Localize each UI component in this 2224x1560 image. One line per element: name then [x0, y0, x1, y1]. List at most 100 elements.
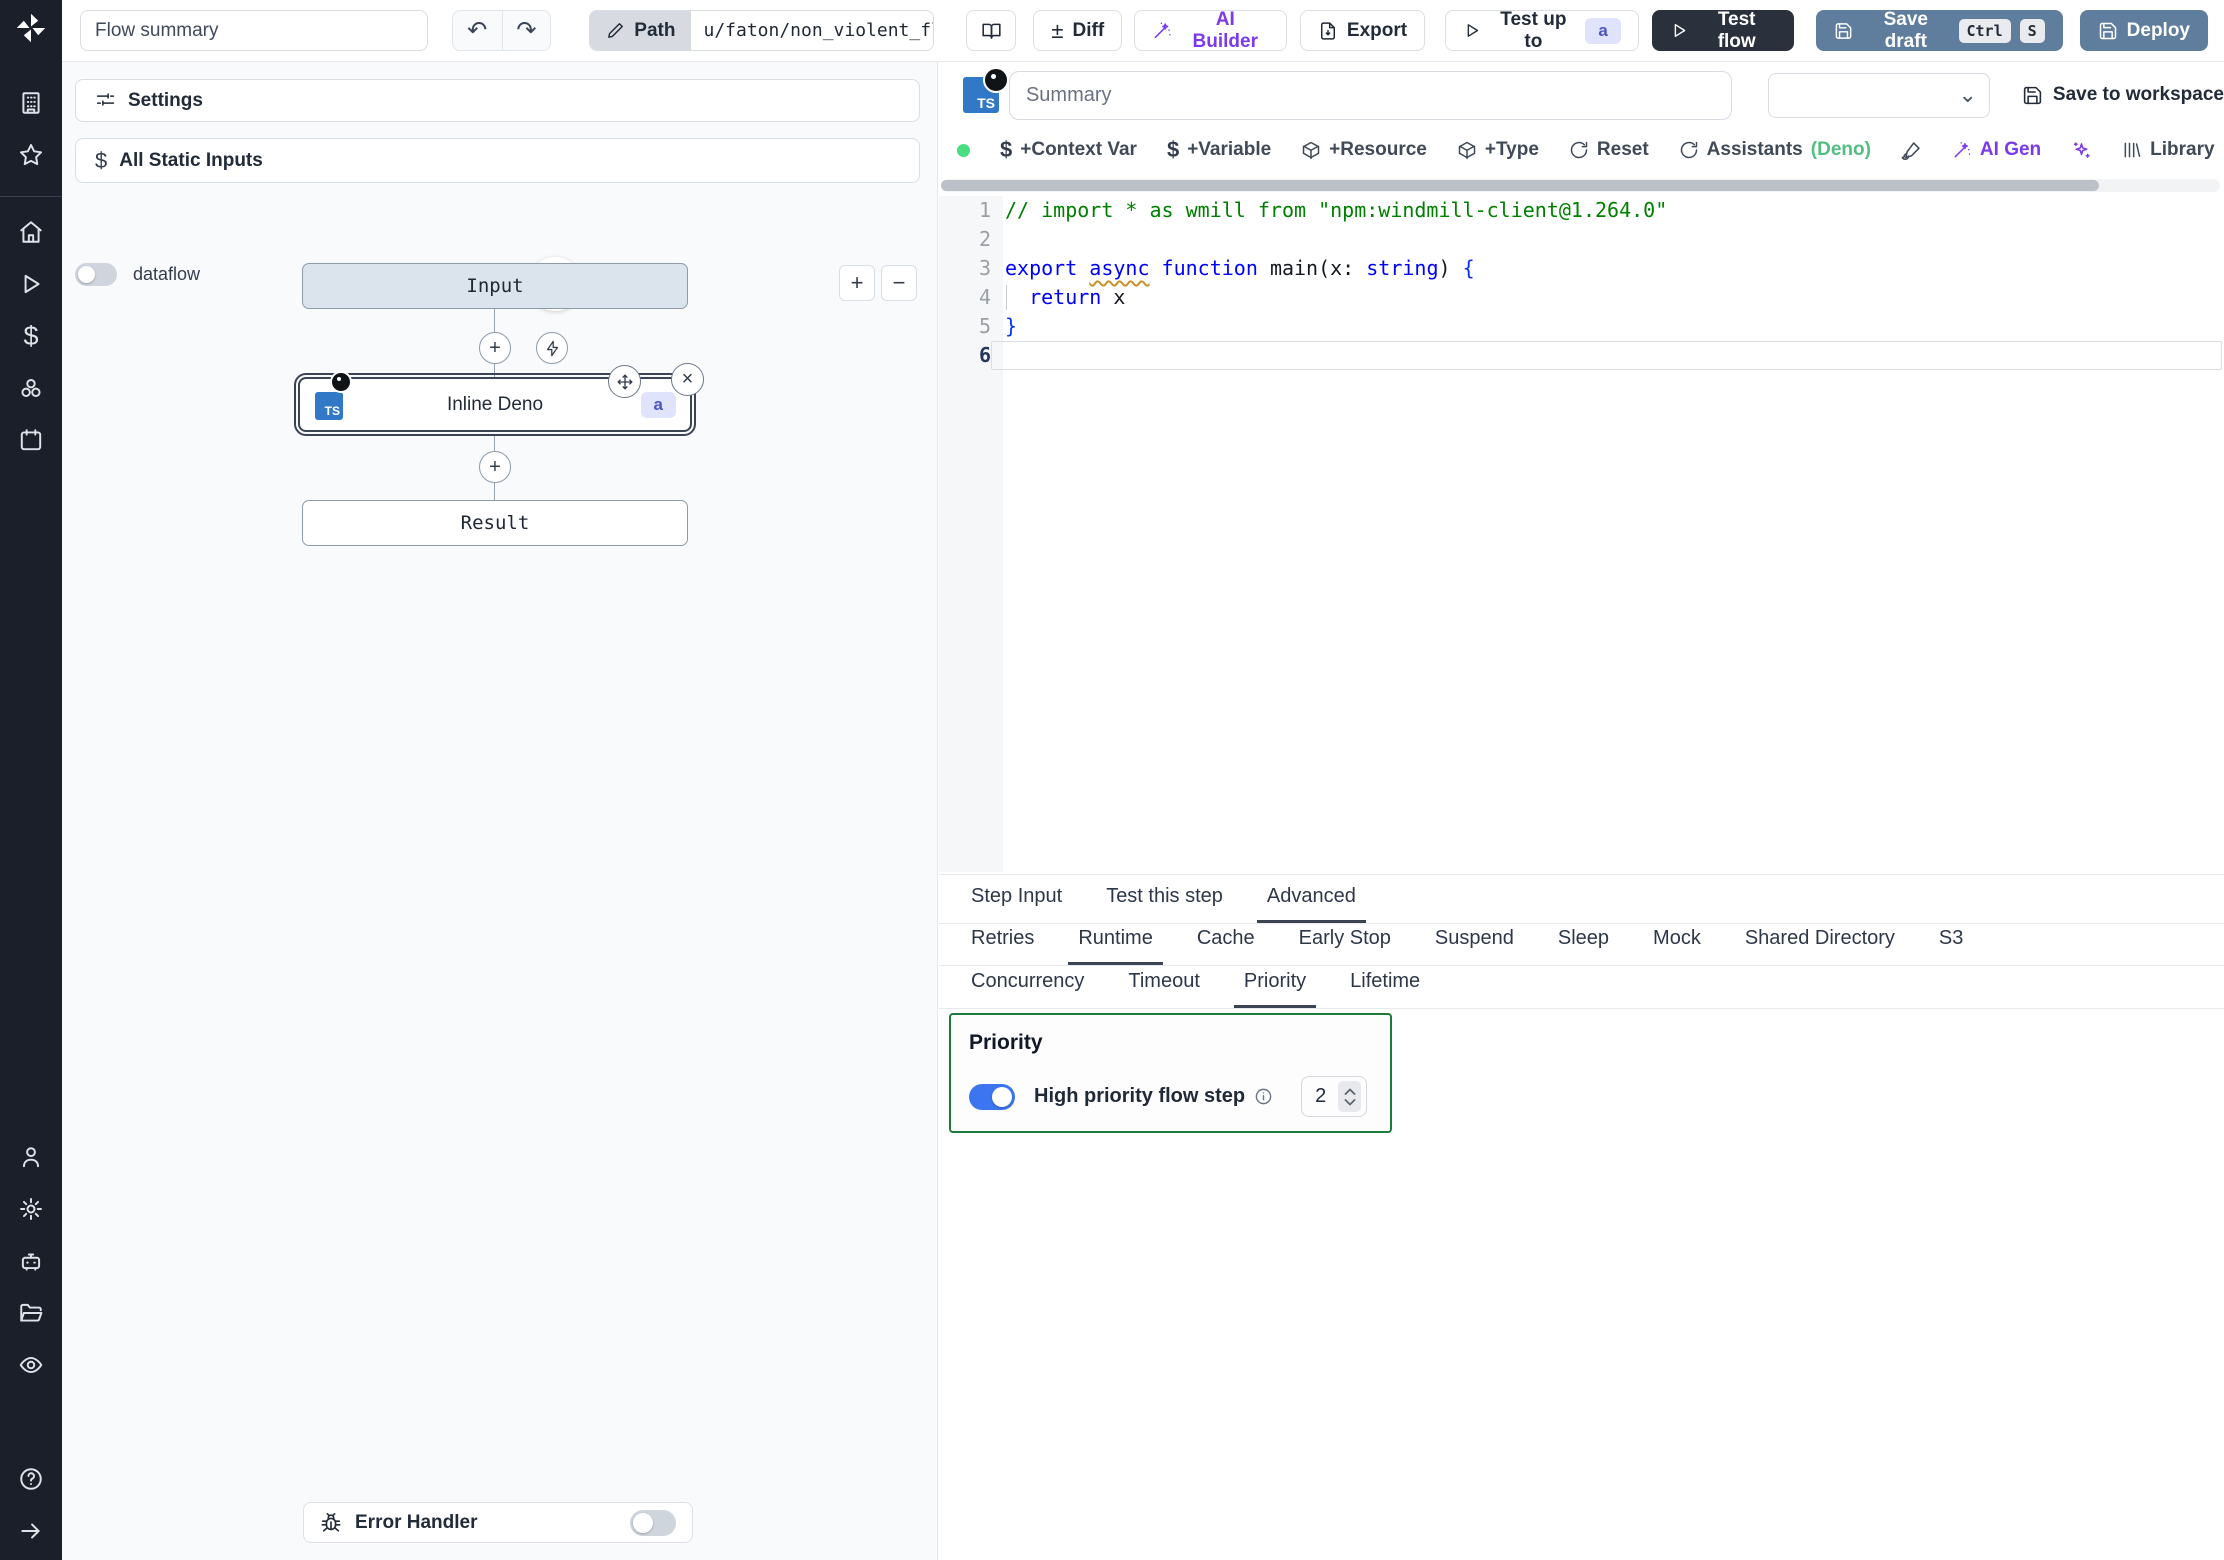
step-summary-input[interactable] [1009, 71, 1732, 120]
tab[interactable]: Timeout [1118, 970, 1210, 1008]
tab[interactable]: Suspend [1425, 927, 1524, 965]
favorites-star-icon[interactable] [18, 142, 44, 168]
tab[interactable]: Concurrency [961, 970, 1094, 1008]
runs-play-icon[interactable] [18, 271, 44, 297]
save-icon [2022, 85, 2043, 106]
tab[interactable]: Shared Directory [1735, 927, 1905, 965]
audit-eye-icon[interactable] [18, 1352, 44, 1378]
tab[interactable]: Sleep [1548, 927, 1619, 965]
high-priority-toggle[interactable] [969, 1084, 1015, 1110]
insert-step-button[interactable]: + [479, 332, 511, 364]
step-editor-panel: TS ⌄ Save to workspace $ +Context Var $ … [939, 62, 2224, 1560]
home-icon[interactable] [18, 219, 44, 245]
undo-button[interactable]: ↶ [453, 11, 502, 50]
ai-builder-button[interactable]: AI Builder [1134, 10, 1287, 51]
code-line[interactable]: 4 return x [939, 283, 2224, 312]
redo-button[interactable]: ↷ [502, 11, 551, 50]
error-handler-label: Error Handler [355, 1512, 477, 1534]
tab[interactable]: Priority [1234, 970, 1316, 1008]
error-handler-toggle[interactable] [630, 1510, 676, 1536]
resources-icon[interactable] [18, 375, 44, 401]
number-stepper[interactable] [1338, 1081, 1361, 1112]
flow-summary-input[interactable] [80, 10, 428, 51]
path-group: Path u/faton/non_violent_flc [589, 10, 933, 51]
format-brush-button[interactable] [1901, 140, 1922, 161]
tab[interactable]: Runtime [1068, 927, 1162, 965]
windmill-logo-icon[interactable] [13, 10, 49, 46]
arrows-move-icon [616, 373, 634, 391]
delete-step-button[interactable]: × [671, 363, 704, 396]
worker-tag-select[interactable]: ⌄ [1768, 73, 1990, 118]
move-step-button[interactable] [608, 365, 641, 398]
add-type-button[interactable]: +Type [1457, 139, 1539, 161]
tab[interactable]: Advanced [1257, 885, 1366, 923]
chevron-down-icon [1344, 1098, 1356, 1106]
help-icon[interactable] [18, 1466, 44, 1492]
library-icon [2122, 140, 2142, 160]
assistants-lang: (Deno) [1811, 139, 1871, 161]
insert-step-button[interactable]: + [479, 451, 511, 483]
workspace-icon[interactable] [18, 90, 44, 116]
code-line[interactable]: 1// import * as wmill from "npm:windmill… [939, 196, 2224, 225]
input-node[interactable]: Input [302, 263, 688, 309]
result-node[interactable]: Result [302, 500, 688, 546]
package-icon [1301, 140, 1321, 160]
wand-icon [1952, 140, 1972, 160]
assistants-button[interactable]: Assistants (Deno) [1679, 139, 1871, 161]
folders-icon[interactable] [18, 1300, 44, 1326]
rotate-icon [1679, 140, 1699, 160]
save-to-workspace-button[interactable]: Save to workspace [2022, 84, 2224, 106]
tab[interactable]: Test this step [1096, 885, 1233, 923]
export-button[interactable]: Export [1300, 10, 1425, 51]
code-line[interactable]: 3export async function main(x: string) { [939, 254, 2224, 283]
test-up-to-button[interactable]: Test up to a [1445, 10, 1639, 51]
step-node-label: Inline Deno [447, 394, 543, 416]
add-context-var-button[interactable]: $ +Context Var [1000, 137, 1137, 163]
add-resource-button[interactable]: +Resource [1301, 139, 1427, 161]
dataflow-toggle-row: dataflow [75, 263, 200, 286]
advanced-tabs: Retries Runtime Cache Early Stop Suspend Slee… [939, 924, 2224, 966]
ai-gen-button[interactable]: AI Gen [1952, 139, 2041, 161]
tab[interactable]: Mock [1643, 927, 1711, 965]
tab[interactable]: Step Input [961, 885, 1072, 923]
settings-gear-icon[interactable] [18, 1196, 44, 1222]
zoom-out-button[interactable]: − [881, 265, 917, 301]
path-edit-button[interactable]: Path [590, 11, 691, 50]
paintbrush-icon [1901, 140, 1922, 161]
undo-redo-group: ↶ ↷ [452, 10, 551, 51]
tab[interactable]: Cache [1187, 927, 1265, 965]
schedules-calendar-icon[interactable] [18, 427, 44, 453]
workers-robot-icon[interactable] [18, 1248, 44, 1274]
tab[interactable]: Retries [961, 927, 1044, 965]
docs-book-button[interactable] [966, 10, 1017, 51]
deploy-button[interactable]: Deploy [2080, 10, 2208, 51]
wand-icon [1152, 20, 1172, 41]
code-editor[interactable]: 1// import * as wmill from "npm:windmill… [939, 196, 2224, 872]
priority-number-input[interactable]: 2 [1301, 1076, 1367, 1117]
library-button[interactable]: Library [2122, 139, 2214, 161]
path-value[interactable]: u/faton/non_violent_flc [691, 11, 932, 50]
sidebar-divider [0, 196, 62, 197]
tab[interactable]: Lifetime [1340, 970, 1430, 1008]
save-draft-button[interactable]: Save draft Ctrl S [1816, 10, 2063, 51]
sparkles-button[interactable] [2071, 140, 2092, 161]
users-person-icon[interactable] [18, 1144, 44, 1170]
zoom-in-button[interactable]: + [839, 265, 875, 301]
error-handler-row: Error Handler [303, 1502, 693, 1543]
reset-button[interactable]: Reset [1569, 139, 1649, 161]
tab[interactable]: Early Stop [1289, 927, 1401, 965]
dataflow-toggle[interactable] [75, 263, 117, 286]
code-line[interactable]: 6 [939, 341, 2224, 370]
add-variable-button[interactable]: $ +Variable [1167, 137, 1271, 163]
variables-dollar-icon[interactable]: $ [23, 323, 38, 349]
hscrollbar-thumb[interactable] [941, 180, 2099, 191]
test-flow-button[interactable]: Test flow [1652, 10, 1794, 51]
collapse-arrow-icon[interactable] [18, 1518, 44, 1544]
diff-button[interactable]: ± Diff [1033, 10, 1122, 51]
all-static-inputs-button[interactable]: $ All Static Inputs [75, 138, 920, 183]
flow-settings-button[interactable]: Settings [75, 79, 920, 122]
trigger-bolt-button[interactable] [536, 332, 568, 364]
tab[interactable]: S3 [1929, 927, 1973, 965]
code-line[interactable]: 2 [939, 225, 2224, 254]
code-line[interactable]: 5} [939, 312, 2224, 341]
